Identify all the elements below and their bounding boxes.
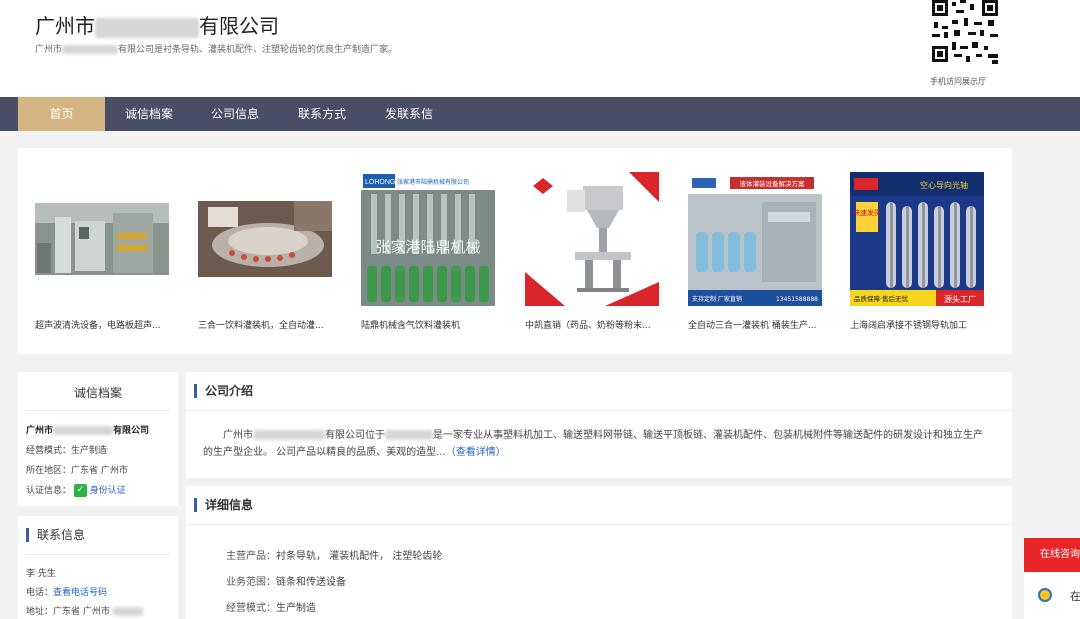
redacted-text xyxy=(112,607,143,616)
divider xyxy=(26,410,170,411)
overlay-text: 张家港陆鼎机械 xyxy=(375,238,480,256)
consult-title[interactable]: 在线咨询 xyxy=(1024,538,1080,572)
detail-business-scope: 业务范围：链条和传送设备 xyxy=(226,577,346,588)
nav-send-message[interactable]: 发联系信 xyxy=(374,97,444,131)
product-card[interactable]: 空心导向光轴 快速发货 品质保障·售后无忧 源头工厂 上海阔启承接不锈钢导轨加工 xyxy=(850,172,993,331)
product-gallery: 超声波清洗设备，电路板超声... 三合一饮料灌装机，全自动灌... LOHONG… xyxy=(18,148,1012,354)
banner-text: 液体灌装设备解决方案 xyxy=(740,179,806,188)
product-card[interactable]: LOHONG 张家港市陆鼎机械有限公司 张家港陆鼎机械 陆鼎机械含气饮料灌装机 xyxy=(361,172,504,331)
guide-shaft-photo: 空心导向光轴 快速发货 品质保障·售后无忧 源头工厂 xyxy=(850,172,984,306)
consult-row-text[interactable]: 在 xyxy=(1070,588,1080,604)
redacted-text xyxy=(62,45,119,54)
nav-contact[interactable]: 联系方式 xyxy=(287,97,357,131)
redacted-text xyxy=(95,17,199,38)
page-header: 广州市 有限公司 广州市 有限公司是衬条导轨、灌装机配件、注塑轮齿轮的优良生产制造厂… xyxy=(0,0,1080,97)
redacted-text xyxy=(385,430,433,440)
nav-home[interactable]: 首页 xyxy=(18,97,105,131)
product-caption: 陆鼎机械含气饮料灌装机 xyxy=(361,321,461,331)
banner-text: 张家港市陆鼎机械有限公司 xyxy=(397,178,469,186)
qr-label: 手机访问展示厅 xyxy=(930,77,986,86)
credit-panel: 诚信档案 广州市 有限公司 经营模式：生产制造 所在地区：广东省 广州市 认证信息… xyxy=(18,372,178,506)
contact-address: 地址：广东省 广州市 xyxy=(26,604,143,617)
footer-right-text: 源头工厂 xyxy=(944,294,976,304)
footer-left-text: 品质保障·售后无忧 xyxy=(854,294,909,303)
credit-mode: 经营模式：生产制造 xyxy=(26,446,108,456)
product-caption: 中凯直销（药品、奶粉等粉末... xyxy=(525,321,651,331)
bucket-line-photo: 液体灌装设备解决方案 支持定制 厂家直销 13451588888 xyxy=(688,172,822,306)
contact-title: 联系信息 xyxy=(26,528,85,542)
company-description: 广州市 有限公司是衬条导轨、灌装机配件、注塑轮齿轮的优良生产制造厂家。 xyxy=(35,45,398,55)
product-card[interactable]: 三合一饮料灌装机，全自动灌... xyxy=(198,172,341,331)
credit-company-name: 广州市 有限公司 xyxy=(26,426,150,436)
ultrasonic-machine-photo xyxy=(35,203,169,275)
divider xyxy=(26,554,170,555)
contact-person: 李 先生 xyxy=(26,569,56,579)
credit-title: 诚信档案 xyxy=(73,386,122,400)
product-card[interactable]: 液体灌装设备解决方案 支持定制 厂家直销 13451588888 全自动三合一灌… xyxy=(688,172,831,331)
powder-filler-photo xyxy=(525,172,659,306)
main-nav: 首页 诚信档案 公司信息 联系方式 发联系信 xyxy=(0,97,1080,131)
identity-cert-link[interactable]: 身份认证 xyxy=(90,486,126,496)
product-caption: 三合一饮料灌装机，全自动灌... xyxy=(198,321,324,331)
product-caption: 全自动三合一灌装机 桶装生产... xyxy=(688,321,817,331)
qr-code-icon xyxy=(930,0,1000,64)
detail-business-mode: 经营模式：生产制造 xyxy=(226,603,316,614)
details-title: 详细信息 xyxy=(194,498,253,512)
intro-text: 广州市 有限公司位于 是一家专业从事塑料机加工、输送塑料网带链、输送平顶板链、灌装机… xyxy=(203,430,983,458)
nav-company-info[interactable]: 公司信息 xyxy=(200,97,270,131)
product-card[interactable]: 中凯直销（药品、奶粉等粉末... xyxy=(525,172,668,331)
details-panel: 详细信息 主营产品：衬条导轨， 灌装机配件， 注塑轮齿轮 业务范围：链条和传送设… xyxy=(186,486,1012,619)
footer-text: 支持定制 厂家直销 xyxy=(692,295,742,303)
badge-text: 快速发货 xyxy=(853,208,881,217)
view-phone-link[interactable]: 查看电话号码 xyxy=(53,588,107,598)
company-intro-panel: 公司介绍 广州市 有限公司位于 是一家专业从事塑料机加工、输送塑料网带链、输送平顶板… xyxy=(186,372,1012,478)
phone-text: 13451588888 xyxy=(776,296,818,303)
divider xyxy=(186,524,1012,525)
credit-cert: 认证信息： ✓ 身份认证 xyxy=(26,484,126,497)
product-card[interactable]: 超声波清洗设备，电路板超声... xyxy=(35,172,178,331)
verified-id-icon: ✓ xyxy=(73,484,87,497)
overlay-title: 空心导向光轴 xyxy=(920,180,968,190)
qq-icon xyxy=(1038,588,1052,602)
credit-region: 所在地区：广东省 广州市 xyxy=(26,466,128,476)
brand-text: LOHONG xyxy=(365,179,395,186)
nav-credit-archive[interactable]: 诚信档案 xyxy=(115,97,183,131)
company-name: 广州市 有限公司 xyxy=(35,14,279,38)
view-details-link[interactable]: （查看详情） xyxy=(446,447,506,458)
product-caption: 上海阔启承接不锈钢导轨加工 xyxy=(850,321,968,331)
redacted-text xyxy=(253,430,325,440)
contact-phone: 电话：查看电话号码 xyxy=(26,588,108,598)
redacted-text xyxy=(53,426,114,435)
contact-panel: 联系信息 李 先生 电话：查看电话号码 地址：广东省 广州市 xyxy=(18,516,178,619)
divider xyxy=(186,410,1012,411)
online-consult-widget[interactable]: 在线咨询 在 xyxy=(1024,538,1080,619)
intro-title: 公司介绍 xyxy=(194,384,253,398)
bottle-filling-photo: LOHONG 张家港市陆鼎机械有限公司 张家港陆鼎机械 xyxy=(361,172,495,306)
filling-machine-photo xyxy=(198,201,332,277)
detail-main-products: 主营产品：衬条导轨， 灌装机配件， 注塑轮齿轮 xyxy=(226,551,443,562)
product-caption: 超声波清洗设备，电路板超声... xyxy=(35,321,161,331)
